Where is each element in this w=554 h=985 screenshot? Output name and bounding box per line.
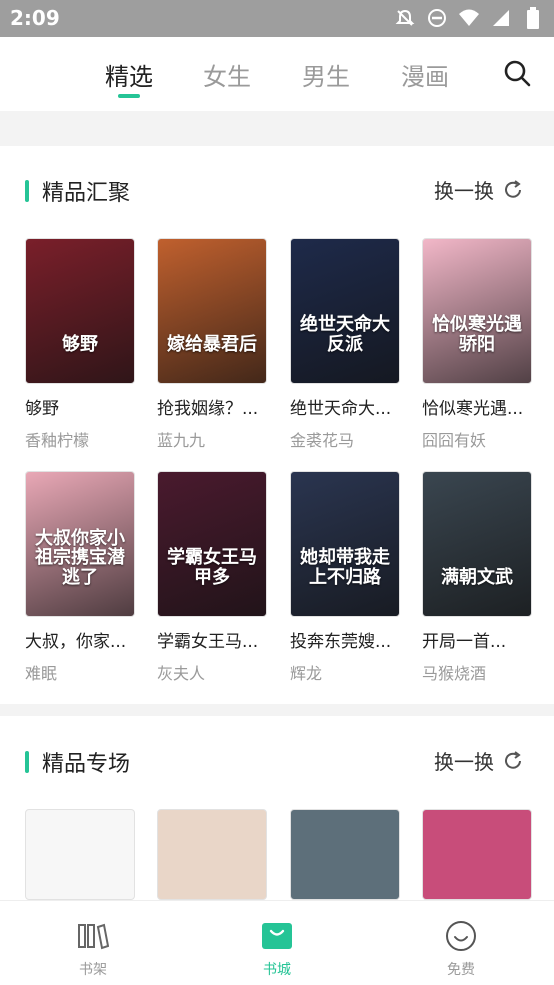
smile-icon <box>444 919 478 953</box>
bookstore-icon <box>260 919 294 953</box>
book-author: 香釉柠檬 <box>25 431 90 450</box>
refresh-icon <box>505 750 521 769</box>
book-card[interactable]: 学霸女王马甲多学霸女王马... 灰夫人 <box>157 471 269 684</box>
top-tabs: 精选 女生 男生 漫画 <box>0 37 554 111</box>
book-card[interactable]: 恰似寒光遇骄阳恰似寒光遇... 囧囧有妖 <box>422 238 534 451</box>
bottom-nav: 书架 书城 免费 <box>0 900 554 985</box>
status-icons <box>394 7 544 29</box>
wifi-icon <box>458 7 480 29</box>
tab-featured[interactable]: 精选 <box>89 57 169 92</box>
book-author: 辉龙 <box>290 664 323 683</box>
section-title: 精品汇聚 <box>42 181 131 206</box>
active-tab-indicator <box>118 94 140 98</box>
refresh-button[interactable]: 换一换 <box>434 746 524 775</box>
book-title[interactable]: 绝世天命大... <box>290 394 402 419</box>
tab-female[interactable]: 女生 <box>187 57 267 92</box>
book-author: 囧囧有妖 <box>422 431 487 450</box>
book-cover-title: 恰似寒光遇骄阳 <box>432 314 522 356</box>
book-card[interactable]: 满朝文武开局一首... 马猴烧酒 <box>422 471 534 684</box>
nav-bookstore[interactable]: 书城 <box>237 919 317 979</box>
book-cover-title: 大叔你家小祖宗携宝潜逃了 <box>35 527 125 589</box>
book-cover[interactable]: 满朝文武 <box>422 471 532 617</box>
battery-icon <box>522 7 544 29</box>
nav-label: 免费 <box>447 962 475 978</box>
book-card[interactable]: 够野 够野 香釉柠檬 <box>25 238 137 451</box>
search-button[interactable] <box>502 58 532 88</box>
book-cover[interactable]: 够野 <box>25 238 135 384</box>
book-author: 灰夫人 <box>157 664 206 683</box>
do-not-disturb-icon <box>426 7 448 29</box>
book-title[interactable]: 恰似寒光遇... <box>422 394 534 419</box>
refresh-label: 换一换 <box>434 179 494 203</box>
book-card[interactable]: 她却带我走上不归路投奔东莞嫂... 辉龙 <box>290 471 402 684</box>
nav-bookshelf[interactable]: 书架 <box>53 919 133 979</box>
book-card[interactable]: 大叔你家小祖宗携宝潜逃了大叔，你家... 难眠 <box>25 471 137 684</box>
book-cover[interactable]: 学霸女王马甲多 <box>157 471 267 617</box>
refresh-icon <box>505 179 521 198</box>
book-cover-partial[interactable] <box>157 809 267 900</box>
section-accent-bar <box>25 751 29 773</box>
bookshelf-icon <box>76 919 110 953</box>
book-cover[interactable]: 绝世天命大反派 <box>290 238 400 384</box>
book-title[interactable]: 学霸女王马... <box>157 627 269 652</box>
book-cover-title: 够野 <box>62 334 98 356</box>
tab-comics[interactable]: 漫画 <box>385 57 465 92</box>
book-card[interactable]: 绝世天命大反派绝世天命大... 金裘花马 <box>290 238 402 451</box>
book-author: 金裘花马 <box>290 431 355 450</box>
signal-icon <box>490 7 512 29</box>
book-author: 马猴烧酒 <box>422 664 487 683</box>
nav-free[interactable]: 免费 <box>421 919 501 979</box>
nav-label: 书城 <box>263 962 291 978</box>
book-title[interactable]: 开局一首... <box>422 627 534 652</box>
book-cover-title: 绝世天命大反派 <box>300 314 390 356</box>
book-card[interactable]: 嫁给暴君后抢我姻缘？... 蓝九九 <box>157 238 269 451</box>
book-cover-partial[interactable] <box>25 809 135 900</box>
book-cover-title: 她却带我走上不归路 <box>300 547 390 589</box>
book-cover[interactable]: 大叔你家小祖宗携宝潜逃了 <box>25 471 135 617</box>
book-cover-title: 嫁给暴君后 <box>167 334 257 356</box>
section-header-special: 精品专场 换一换 <box>0 743 554 783</box>
book-cover-partial[interactable] <box>290 809 400 900</box>
section-accent-bar <box>25 180 29 202</box>
section-title: 精品专场 <box>42 752 131 777</box>
section-header-premium: 精品汇聚 换一换 <box>0 172 554 212</box>
book-author: 蓝九九 <box>157 431 206 450</box>
status-time: 2:09 <box>10 6 60 30</box>
book-title[interactable]: 抢我姻缘？... <box>157 394 269 419</box>
book-cover-title: 满朝文武 <box>441 567 513 589</box>
tab-male[interactable]: 男生 <box>286 57 366 92</box>
refresh-button[interactable]: 换一换 <box>434 175 524 204</box>
book-cover-title: 学霸女王马甲多 <box>167 547 257 589</box>
book-author: 难眠 <box>25 664 58 683</box>
search-icon <box>504 60 531 87</box>
book-cover[interactable]: 她却带我走上不归路 <box>290 471 400 617</box>
book-title[interactable]: 投奔东莞嫂... <box>290 627 402 652</box>
status-bar: 2:09 <box>0 0 554 37</box>
refresh-label: 换一换 <box>434 750 494 774</box>
notifications-off-icon <box>394 7 416 29</box>
book-cover[interactable]: 恰似寒光遇骄阳 <box>422 238 532 384</box>
section-divider <box>0 111 554 146</box>
book-cover[interactable]: 嫁给暴君后 <box>157 238 267 384</box>
book-cover-partial[interactable] <box>422 809 532 900</box>
book-title[interactable]: 够野 <box>25 394 137 419</box>
section-divider <box>0 704 554 716</box>
nav-label: 书架 <box>79 962 107 978</box>
book-title[interactable]: 大叔，你家... <box>25 627 137 652</box>
